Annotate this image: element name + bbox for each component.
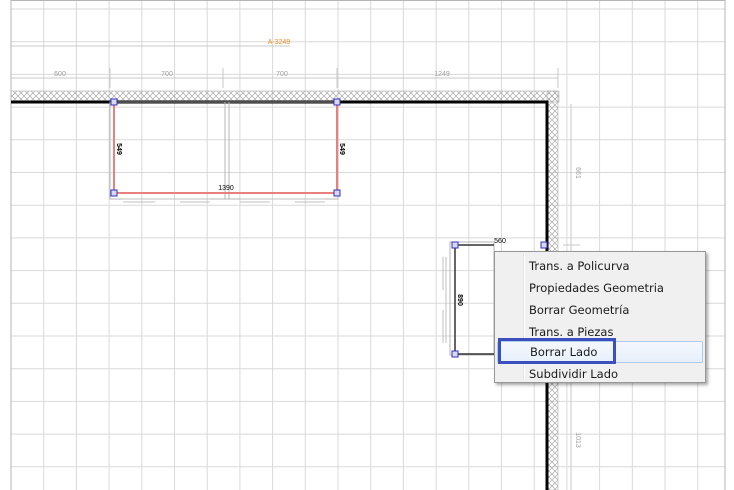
- top-dimension-3: 700: [276, 71, 288, 78]
- menu-item-propiedades-geometria[interactable]: Propiedades Geometria: [497, 277, 703, 299]
- vertex-handle[interactable]: [110, 98, 118, 106]
- wall-line: [11, 100, 549, 490]
- vertex-handle[interactable]: [451, 241, 459, 249]
- module1-right-depth: 549: [338, 143, 345, 155]
- top-dimension-1: 600: [54, 71, 66, 78]
- drawing-grid: [10, 0, 725, 490]
- module2-top-width: 560: [494, 238, 506, 245]
- top-dimension-lines: [11, 45, 559, 88]
- context-menu: Trans. a Policurva Propiedades Geometria…: [494, 251, 706, 383]
- module1-width: 1390: [218, 185, 234, 192]
- vertex-handle[interactable]: [333, 189, 341, 197]
- vertex-handle[interactable]: [451, 350, 459, 358]
- menu-item-borrar-lado[interactable]: Borrar Lado: [497, 341, 703, 363]
- vertex-handle[interactable]: [540, 241, 548, 249]
- menu-item-subdividir-lado[interactable]: Subdividir Lado: [497, 363, 703, 385]
- menu-item-trans-piezas[interactable]: Trans. a Piezas: [497, 321, 703, 343]
- right-dimension-1: 661: [574, 167, 581, 179]
- module1-left-depth: 549: [115, 143, 122, 155]
- vertex-handle[interactable]: [110, 189, 118, 197]
- wall-hatch-top: [10, 90, 560, 103]
- menu-item-trans-policurva[interactable]: Trans. a Policurva: [497, 255, 703, 277]
- cad-canvas[interactable]: A-3249 600 700 700 1249 661 1013 549 549…: [0, 0, 734, 490]
- vertex-handle[interactable]: [333, 98, 341, 106]
- top-dimension-4: 1249: [434, 71, 450, 78]
- menu-item-borrar-geometria[interactable]: Borrar Geometría: [497, 299, 703, 321]
- title-dimension-label: A-3249: [268, 39, 291, 46]
- module2-depth: 890: [456, 294, 463, 306]
- top-dimension-2: 700: [161, 71, 173, 78]
- right-dimension-2: 1013: [574, 432, 581, 448]
